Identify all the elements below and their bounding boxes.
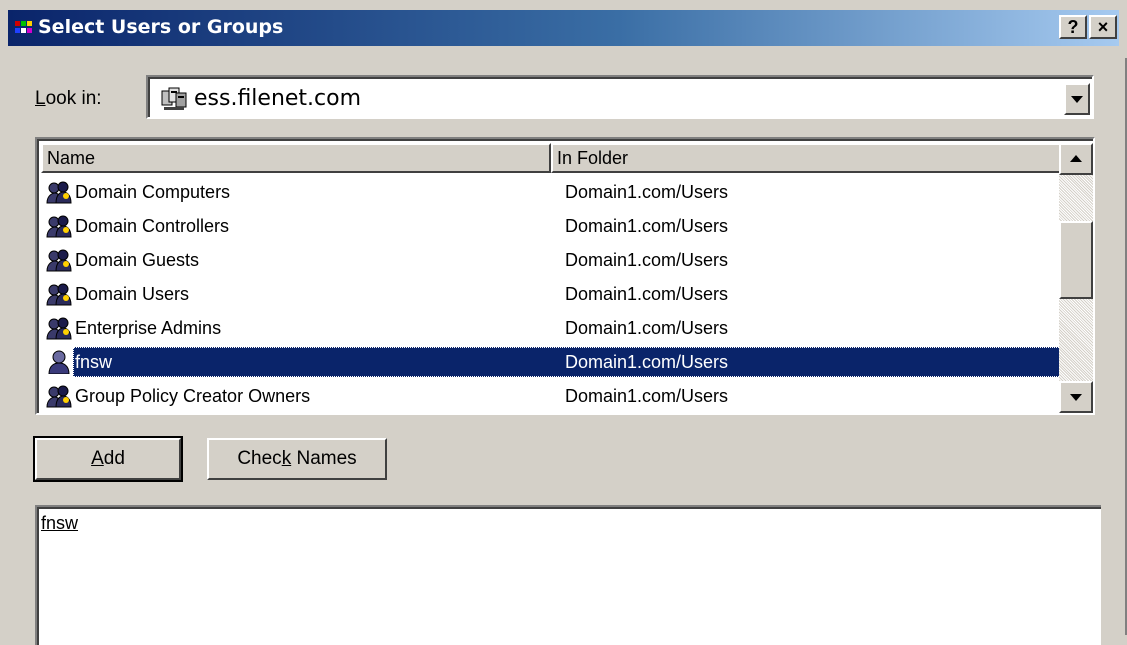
- group-icon: [45, 214, 73, 238]
- group-icon: [45, 316, 73, 340]
- list-row[interactable]: Domain Computers Domain1.com/Users: [41, 175, 1063, 209]
- user-icon: [45, 350, 73, 375]
- list-row[interactable]: Enterprise Admins Domain1.com/Users: [41, 311, 1063, 345]
- row-name: Domain Users: [75, 284, 190, 304]
- list-rows: Domain Computers Domain1.com/Users Domain …: [41, 175, 1063, 413]
- domain-icon: [161, 87, 187, 110]
- selected-name[interactable]: fnsw: [41, 513, 78, 534]
- selected-names-box[interactable]: fnsw: [35, 505, 1101, 645]
- look-in-value: ess.filenet.com: [194, 86, 362, 111]
- chevron-down-icon: [1071, 96, 1083, 103]
- dropdown-button[interactable]: [1064, 83, 1090, 115]
- title-bar: Select Users or Groups ? ×: [0, 0, 1127, 58]
- users-list[interactable]: Name In Folder Domain Computers Domain1.c…: [35, 137, 1095, 415]
- list-row[interactable]: Domain Users Domain1.com/Users: [41, 277, 1063, 311]
- scrollbar-thumb[interactable]: [1059, 221, 1093, 299]
- check-names-button[interactable]: Check Names: [207, 438, 387, 480]
- list-row[interactable]: Group Policy Creator Owners Domain1.com/U…: [41, 379, 1063, 413]
- window-title: Select Users or Groups: [38, 16, 284, 38]
- chevron-up-icon: [1070, 155, 1082, 162]
- row-folder: Domain1.com/Users: [565, 352, 729, 372]
- group-icon: [45, 180, 73, 204]
- row-folder: Domain1.com/Users: [565, 284, 729, 304]
- close-button[interactable]: ×: [1089, 15, 1117, 39]
- row-name: Domain Controllers: [75, 216, 230, 236]
- row-name: Domain Guests: [75, 250, 200, 270]
- row-folder: Domain1.com/Users: [565, 216, 729, 236]
- column-header-folder[interactable]: In Folder: [551, 143, 1063, 173]
- row-name: fnsw: [75, 352, 113, 372]
- group-icon: [45, 248, 73, 272]
- close-icon: ×: [1097, 17, 1109, 37]
- help-button[interactable]: ?: [1059, 15, 1087, 39]
- group-icon: [45, 384, 73, 408]
- column-header-name[interactable]: Name: [41, 143, 551, 173]
- chevron-down-icon: [1070, 394, 1082, 401]
- look-in-label: Look in:: [35, 88, 102, 109]
- row-name: Enterprise Admins: [75, 318, 222, 338]
- list-row[interactable]: Domain Controllers Domain1.com/Users: [41, 209, 1063, 243]
- row-name: Group Policy Creator Owners: [75, 386, 311, 406]
- row-folder: Domain1.com/Users: [565, 182, 729, 202]
- list-row[interactable]: fnsw Domain1.com/Users: [41, 345, 1063, 379]
- help-icon: ?: [1067, 17, 1079, 37]
- row-folder: Domain1.com/Users: [565, 250, 729, 270]
- app-icon: [15, 21, 32, 33]
- look-in-dropdown[interactable]: ess.filenet.com: [146, 75, 1094, 119]
- scroll-down-button[interactable]: [1059, 381, 1093, 413]
- scroll-up-button[interactable]: [1059, 143, 1093, 175]
- vertical-scrollbar[interactable]: [1059, 143, 1093, 413]
- list-row[interactable]: Domain Guests Domain1.com/Users: [41, 243, 1063, 277]
- group-icon: [45, 282, 73, 306]
- row-name: Domain Computers: [75, 182, 231, 202]
- row-folder: Domain1.com/Users: [565, 318, 729, 338]
- title-bar-gradient: Select Users or Groups ? ×: [8, 10, 1119, 46]
- add-button[interactable]: Add: [33, 436, 183, 482]
- row-folder: Domain1.com/Users: [565, 386, 729, 406]
